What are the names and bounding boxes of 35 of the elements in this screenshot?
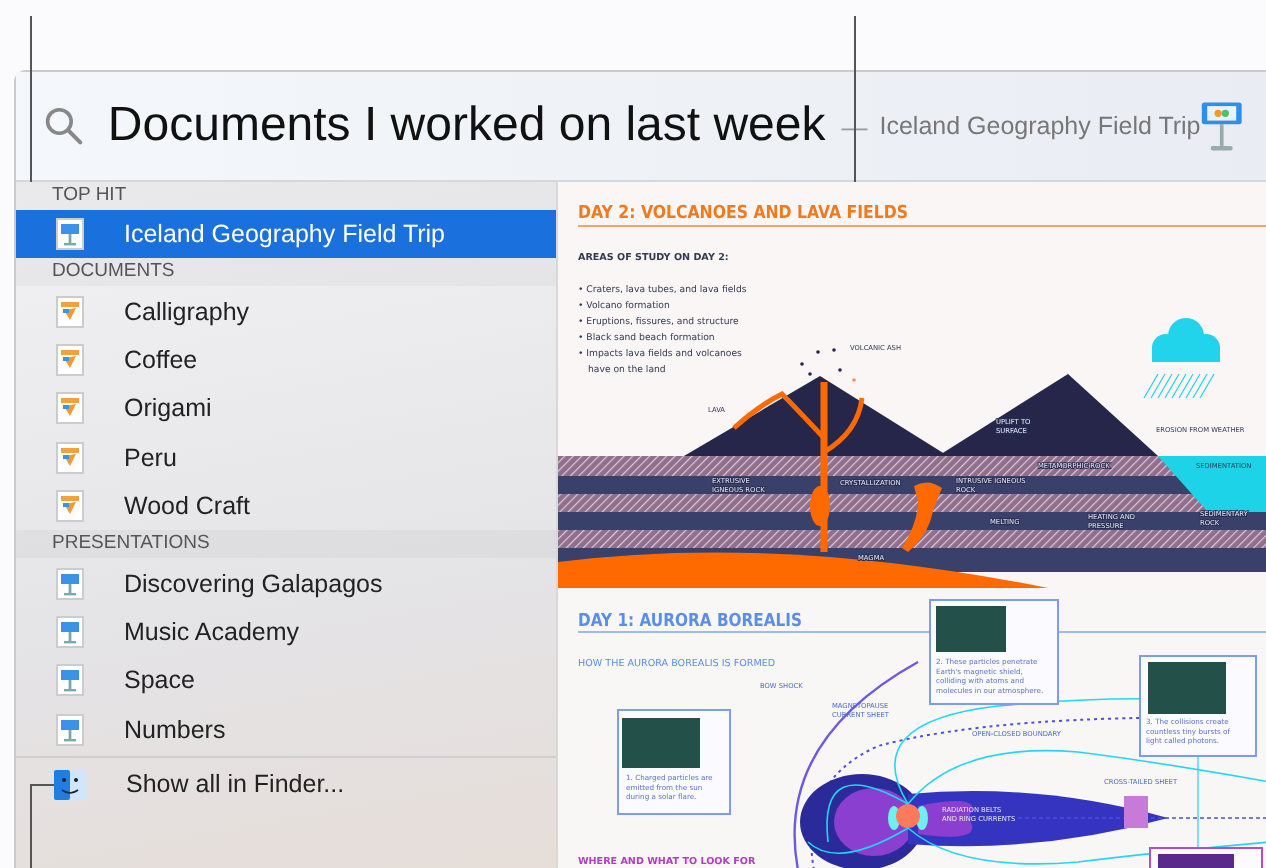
photo-placeholder bbox=[622, 718, 700, 768]
result-item[interactable]: Coffee bbox=[16, 335, 556, 385]
document-file-icon bbox=[56, 343, 84, 376]
presentation-file-icon bbox=[56, 567, 84, 600]
search-query: Documents I worked on last week bbox=[107, 98, 826, 154]
document-file-icon bbox=[56, 392, 84, 425]
section-header: PRESENTATIONS bbox=[16, 530, 556, 559]
section-heading: DAY 2: VOLCANOES AND LAVA FIELDS bbox=[578, 204, 958, 224]
document-file-icon bbox=[56, 441, 84, 474]
presentation-file-icon bbox=[56, 218, 84, 251]
photo-placeholder bbox=[1148, 662, 1226, 714]
result-item[interactable]: Origami bbox=[16, 384, 556, 434]
suggestion-text: Iceland Geography Field Trip bbox=[879, 112, 1201, 140]
show-all-link[interactable]: Show all in Finder... bbox=[126, 770, 345, 799]
search-icon bbox=[44, 104, 84, 148]
result-item[interactable]: Wood Craft bbox=[16, 481, 556, 531]
presentation-file-icon bbox=[56, 615, 84, 648]
presentation-file-icon bbox=[56, 713, 84, 746]
document-file-icon bbox=[56, 490, 84, 523]
result-item[interactable]: Discovering Galapagos bbox=[16, 558, 556, 608]
section-header: TOP HIT bbox=[16, 182, 556, 210]
document-file-icon bbox=[56, 295, 84, 328]
result-item[interactable]: Peru bbox=[16, 433, 556, 482]
result-item[interactable]: Calligraphy bbox=[16, 286, 556, 336]
photo-placeholder bbox=[936, 606, 1006, 652]
result-item[interactable]: Iceland Geography Field Trip bbox=[16, 210, 556, 259]
photo-placeholder bbox=[1158, 854, 1234, 868]
presentation-file-icon bbox=[56, 664, 84, 697]
result-item[interactable]: Music Academy bbox=[16, 607, 556, 657]
result-item[interactable]: Numbers bbox=[16, 705, 556, 754]
result-item[interactable]: Space bbox=[16, 656, 556, 706]
lectern-app-icon bbox=[1200, 96, 1244, 156]
section-header: DOCUMENTS bbox=[16, 258, 556, 287]
smiley-face-icon bbox=[54, 769, 86, 800]
section-heading: DAY 1: AURORA BOREALIS bbox=[578, 612, 842, 632]
